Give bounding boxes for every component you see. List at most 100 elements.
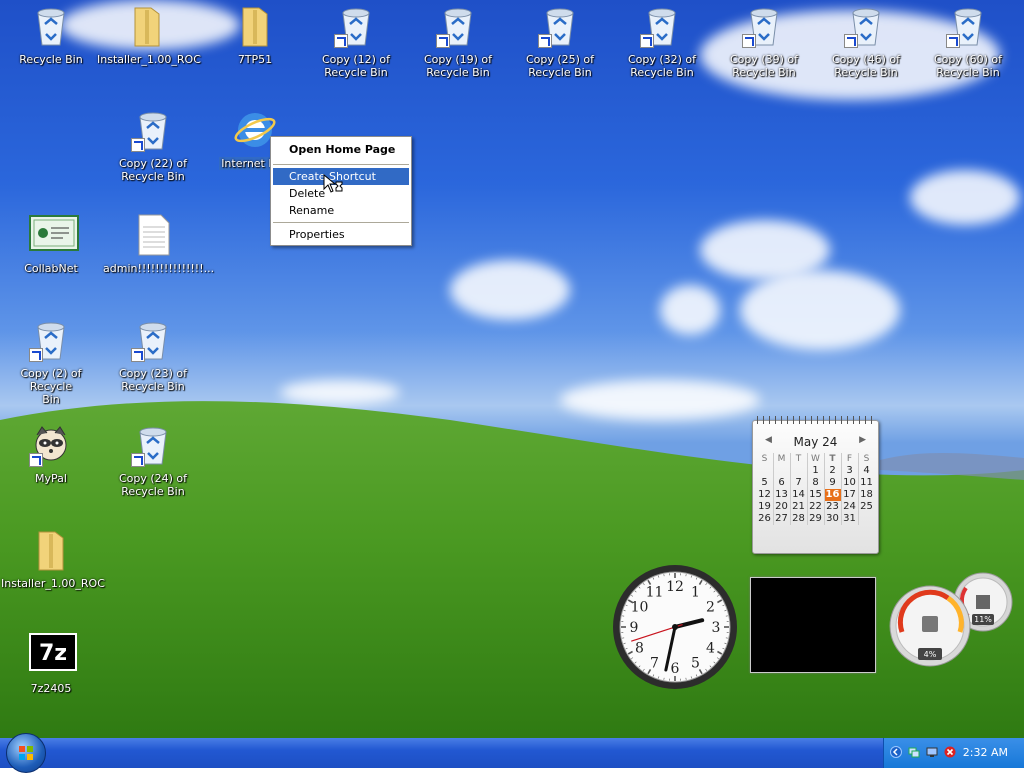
calendar-day[interactable]: 8 [807,477,824,489]
calendar-day[interactable]: 19 [757,501,774,513]
calendar-weekday: M [773,453,790,465]
calendar-weekday: F [841,453,858,465]
calendar-day[interactable]: 11 [858,477,875,489]
display-icon[interactable] [926,746,938,758]
desktop-icon[interactable]: Copy (23) of Recycle Bin [103,318,203,393]
network-icon[interactable] [908,746,920,758]
desktop-icon[interactable]: Installer_1.00_ROC [1,528,101,590]
calendar-day[interactable]: 13 [773,489,790,501]
menu-separator [273,222,409,223]
calendar-day[interactable]: 31 [841,513,858,525]
desktop-icon[interactable]: Copy (60) of Recycle Bin [918,4,1018,79]
folder-icon [233,4,277,48]
desktop-icon-label: 7z2405 [1,682,101,695]
cpu-chip-icon [922,616,938,632]
start-button[interactable] [6,733,46,773]
calendar-day[interactable]: 15 [807,489,824,501]
menu-item-rename[interactable]: Rename [271,202,411,219]
calendar-day[interactable]: 24 [841,501,858,513]
calendar-day[interactable]: 16 [824,489,841,501]
desktop-icon[interactable]: MyPal [1,423,101,485]
calendar-weekday: T [790,453,807,465]
desktop-icon[interactable]: Copy (2) of Recycle Bin [1,318,101,406]
desktop-icon[interactable]: Copy (25) of Recycle Bin [510,4,610,79]
desktop-icon[interactable]: Copy (22) of Recycle Bin [103,108,203,183]
desktop-icon[interactable]: Copy (46) of Recycle Bin [816,4,916,79]
recycle-bin-icon [334,4,378,48]
calendar-day[interactable]: 6 [773,477,790,489]
menu-item-properties[interactable]: Properties [271,226,411,243]
background-cloud [450,260,570,320]
menu-item-open-home-page[interactable]: Open Home Page [271,139,411,161]
shortcut-arrow-icon [946,34,960,48]
desktop-icon[interactable]: CollabNet [1,213,101,275]
clock-gadget[interactable]: 121234567891011 [612,564,738,690]
calendar-day[interactable]: 18 [858,489,875,501]
calendar-next-button[interactable]: ▶ [859,435,866,445]
slideshow-gadget[interactable] [750,577,876,673]
desktop-icon-label: Installer_1.00_ROC [97,53,197,66]
calendar-prev-button[interactable]: ◀ [765,435,772,445]
calendar-gadget[interactable]: ◀ May 24 ▶ SMTWTFS1234567891011121314151… [752,420,879,554]
desktop-icon[interactable]: 7TP51 [205,4,305,66]
calendar-day[interactable]: 21 [790,501,807,513]
desktop-icon-label: Copy (60) of Recycle Bin [918,53,1018,79]
text-file-icon [131,213,175,257]
clock-numeral: 3 [712,620,721,636]
background-cloud [660,285,720,335]
desktop-icon-label: Copy (23) of Recycle Bin [103,367,203,393]
calendar-day[interactable]: 7 [790,477,807,489]
shortcut-arrow-icon [844,34,858,48]
calendar-day[interactable]: 3 [841,465,858,477]
clock-numeral: 2 [706,600,715,616]
calendar-day[interactable]: 29 [807,513,824,525]
shortcut-arrow-icon [640,34,654,48]
desktop-icon[interactable]: Recycle Bin [1,4,101,66]
calendar-day[interactable]: 23 [824,501,841,513]
calendar-day[interactable]: 17 [841,489,858,501]
calendar-day[interactable]: 9 [824,477,841,489]
calendar-day[interactable]: 12 [757,489,774,501]
calendar-day[interactable]: 20 [773,501,790,513]
desktop-icon[interactable]: Installer_1.00_ROC [97,4,197,66]
calendar-weekday: S [757,453,774,465]
cpu-meter-gadget[interactable]: 4% 11% [888,572,1014,668]
calendar-day[interactable]: 2 [824,465,841,477]
desktop-icon-label: Copy (39) of Recycle Bin [714,53,814,79]
shortcut-arrow-icon [131,348,145,362]
calendar-day[interactable]: 30 [824,513,841,525]
calendar-day[interactable]: 26 [757,513,774,525]
system-tray: 2:32 AM [883,738,1024,768]
desktop-icon[interactable]: Copy (19) of Recycle Bin [408,4,508,79]
desktop-icon-label: Copy (2) of Recycle Bin [1,367,101,406]
clock-numeral: 7 [650,656,659,672]
security-alert-icon[interactable] [944,746,956,758]
recycle-bin-icon [436,4,480,48]
calendar-day[interactable]: 27 [773,513,790,525]
desktop[interactable]: Recycle BinInstaller_1.00_ROC7TP51Copy (… [0,0,1024,738]
calendar-day[interactable]: 10 [841,477,858,489]
show-hidden-icons-icon[interactable] [890,746,902,758]
desktop-icon-label: Copy (25) of Recycle Bin [510,53,610,79]
calendar-day[interactable]: 25 [858,501,875,513]
taskbar-clock[interactable]: 2:32 AM [963,746,1008,759]
recycle-bin-icon [844,4,888,48]
desktop-icon[interactable]: Copy (32) of Recycle Bin [612,4,712,79]
calendar-day[interactable]: 1 [807,465,824,477]
calendar-day[interactable]: 28 [790,513,807,525]
desktop-icon[interactable]: 7z7z2405 [1,633,101,695]
calendar-day[interactable]: 22 [807,501,824,513]
calendar-day[interactable]: 14 [790,489,807,501]
calendar-day[interactable]: 5 [757,477,774,489]
desktop-icon[interactable]: Copy (39) of Recycle Bin [714,4,814,79]
desktop-icon[interactable]: Copy (24) of Recycle Bin [103,423,203,498]
calendar-day[interactable]: 4 [858,465,875,477]
desktop-icon[interactable]: admin!!!!!!!!!!!!!!!... [103,213,203,275]
calendar-day [757,465,774,477]
desktop-icon-label: Copy (46) of Recycle Bin [816,53,916,79]
desktop-icon-label: CollabNet [1,262,101,275]
recycle-bin-icon [29,4,73,48]
desktop-icon[interactable]: Copy (12) of Recycle Bin [306,4,406,79]
recycle-bin-icon [131,423,175,467]
shortcut-arrow-icon [29,348,43,362]
